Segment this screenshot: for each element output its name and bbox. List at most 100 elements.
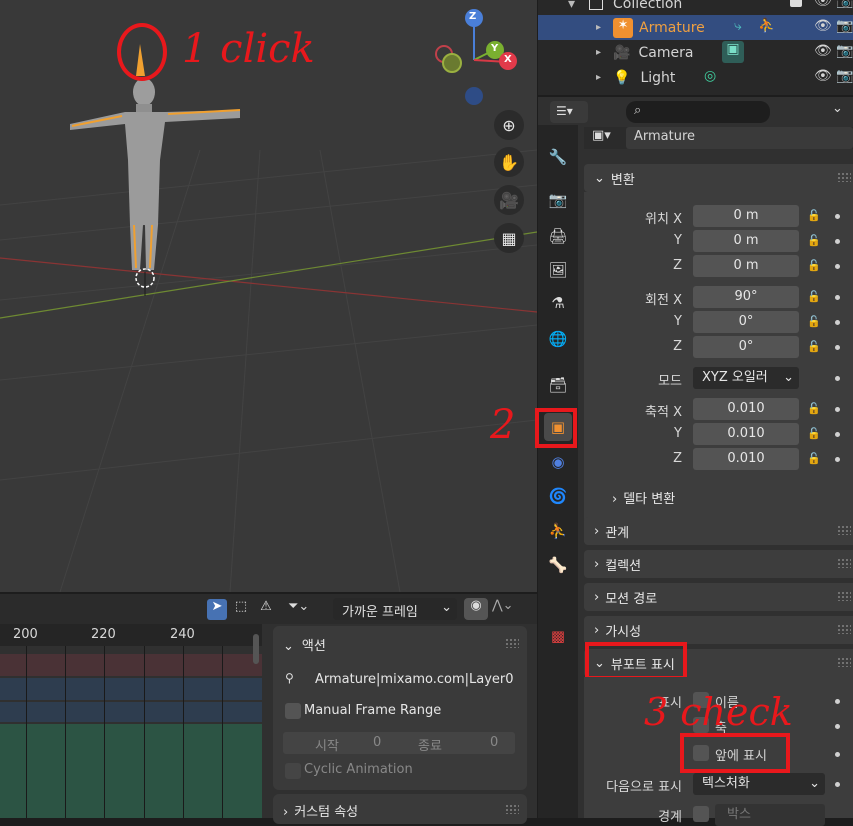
section-transform[interactable]: ⌄ 변환 — [584, 164, 853, 192]
frame-ruler[interactable]: 200 220 240 — [0, 624, 262, 646]
object-name-field[interactable]: Armature — [626, 127, 853, 149]
checkbox-icon[interactable] — [790, 0, 802, 7]
drag-handle-icon[interactable] — [837, 558, 851, 568]
lock-icon[interactable]: 🔓 — [807, 209, 823, 223]
camera-render-icon[interactable]: 📷 — [836, 43, 853, 59]
section-motion-paths[interactable]: › 모션 경로 — [584, 583, 853, 611]
keyframe-dot[interactable] — [835, 724, 840, 729]
keyframe-dot[interactable] — [835, 752, 840, 757]
drag-handle-icon[interactable] — [837, 624, 851, 634]
keyframe-dot[interactable] — [835, 432, 840, 437]
keyframe-dot[interactable] — [835, 782, 840, 787]
modifier-icon[interactable]: ◉ — [544, 448, 572, 476]
action-name[interactable]: Armature|mixamo.com|Layer0 — [315, 672, 514, 687]
texture-icon[interactable]: ▩ — [544, 622, 572, 650]
3d-viewport[interactable]: Z Y X ⊕ ✋ 🎥 ▦ 1 click — [0, 0, 537, 592]
filter-icon[interactable]: ⏷⌄ — [288, 599, 309, 614]
select-tool-icon[interactable]: ➤ — [207, 599, 227, 620]
properties-editor[interactable]: ☰▾ ⌕ ⌄ ▣▾ Armature 🔧 📷 🖨 🖼 ⚗ 🌐 🗃 ▣ ◉ 🌀 ⛹… — [490, 97, 853, 826]
outliner-item-camera[interactable]: ▸ 🎥 Camera ▣ 👁 📷 — [538, 40, 853, 65]
section-relations[interactable]: › 관계 — [584, 517, 853, 545]
cyclic-label[interactable]: Cyclic Animation — [304, 762, 413, 777]
scale-z-field[interactable]: 0.010 — [693, 448, 799, 470]
object-data-icon[interactable]: ⛹ — [544, 517, 572, 545]
location-y-field[interactable]: 0 m — [693, 230, 799, 252]
lock-icon[interactable]: 🔓 — [807, 402, 823, 416]
warning-icon[interactable]: ⚠ — [256, 599, 276, 620]
rotation-z-field[interactable]: 0° — [693, 336, 799, 358]
drag-handle-icon[interactable] — [837, 657, 851, 667]
view-layer-icon[interactable]: 🖼 — [544, 256, 572, 284]
outliner[interactable]: ▾ Collection 👁 📷 ▸ ✶ Armature ⤷ ⛹ 👁 📷 ▸ … — [538, 0, 853, 95]
scene-icon[interactable]: ⚗ — [544, 289, 572, 317]
camera-icon[interactable]: 🎥 — [494, 185, 524, 215]
scale-x-field[interactable]: 0.010 — [693, 398, 799, 420]
render-icon[interactable]: 📷 — [544, 186, 572, 214]
scale-y-field[interactable]: 0.010 — [693, 423, 799, 445]
lock-icon[interactable]: 🔓 — [807, 452, 823, 466]
tool-icon[interactable]: 🔧 — [544, 143, 572, 171]
action-panel-header[interactable]: ⌄ 액션 — [283, 635, 326, 654]
drag-handle-icon[interactable] — [505, 804, 519, 814]
character-model[interactable] — [70, 44, 241, 296]
camera-render-icon[interactable]: 📷 — [836, 0, 853, 9]
keyframe-dot[interactable] — [835, 457, 840, 462]
object-icon[interactable]: ▣▾ — [592, 128, 611, 143]
lock-icon[interactable]: 🔓 — [807, 259, 823, 273]
world-icon[interactable]: 🌐 — [544, 325, 572, 353]
output-icon[interactable]: 🖨 — [544, 222, 572, 250]
physics-icon[interactable]: 🌀 — [544, 482, 572, 510]
eye-icon[interactable]: 👁 — [814, 43, 832, 59]
falloff-icon[interactable]: ⋀⌄ — [492, 598, 514, 613]
eye-icon[interactable]: 👁 — [814, 0, 832, 9]
collection-icon[interactable]: 🗃 — [544, 371, 572, 399]
keyframe-dot[interactable] — [835, 376, 840, 381]
outliner-item-light[interactable]: ▸ 💡 Light ◎ 👁 📷 — [538, 65, 853, 90]
lock-icon[interactable]: 🔓 — [807, 427, 823, 441]
proportional-icon[interactable]: ◉ — [464, 598, 488, 620]
keyframe-dot[interactable] — [835, 239, 840, 244]
lock-icon[interactable]: 🔓 — [807, 234, 823, 248]
end-value[interactable]: 0 — [490, 735, 498, 750]
rotation-x-field[interactable]: 90° — [693, 286, 799, 308]
timeline-editor[interactable]: ➤ ⬚ ⚠ ⏷⌄ 가까운 프레임 ⌄ ◉ ⋀⌄ 200 220 240 ⌄ 액션 … — [0, 594, 537, 824]
options-dropdown[interactable]: ⌄ — [832, 101, 853, 123]
start-value[interactable]: 0 — [373, 735, 381, 750]
location-x-field[interactable]: 0 m — [693, 205, 799, 227]
outliner-item-armature[interactable]: ▸ ✶ Armature ⤷ ⛹ 👁 📷 — [538, 15, 853, 40]
section-collections[interactable]: › 컬렉션 — [584, 550, 853, 578]
bounds-dropdown[interactable]: 박스 — [715, 804, 825, 826]
lock-icon[interactable]: 🔓 — [807, 315, 823, 329]
custom-properties-panel[interactable]: › 커스텀 속성 — [273, 794, 527, 824]
camera-render-icon[interactable]: 📷 — [836, 18, 853, 34]
display-as-dropdown[interactable]: 텍스처화 ⌄ — [693, 773, 825, 795]
search-input[interactable]: ⌕ — [626, 101, 770, 123]
box-select-icon[interactable]: ⬚ — [231, 599, 251, 620]
eye-icon[interactable]: 👁 — [814, 68, 832, 84]
camera-render-icon[interactable]: 📷 — [836, 68, 853, 84]
delta-transform-subpanel[interactable]: › 델타 변환 — [612, 488, 675, 507]
bone-icon[interactable]: 🦴 — [544, 551, 572, 579]
eye-icon[interactable]: 👁 — [814, 18, 832, 34]
rotation-y-field[interactable]: 0° — [693, 311, 799, 333]
mode-dropdown[interactable]: XYZ 오일러 ⌄ — [693, 367, 799, 389]
manual-frame-range-label[interactable]: Manual Frame Range — [304, 703, 441, 718]
drag-handle-icon[interactable] — [837, 525, 851, 535]
editor-type-button[interactable]: ☰▾ — [550, 101, 588, 123]
drag-handle-icon[interactable] — [837, 172, 851, 182]
location-z-field[interactable]: 0 m — [693, 255, 799, 277]
zoom-icon[interactable]: ⊕ — [494, 110, 524, 140]
lock-icon[interactable]: 🔓 — [807, 340, 823, 354]
drag-handle-icon[interactable] — [505, 638, 519, 648]
keyframe-dot[interactable] — [835, 214, 840, 219]
snap-dropdown[interactable]: 가까운 프레임 ⌄ — [333, 598, 457, 620]
keyframe-dot[interactable] — [835, 295, 840, 300]
keyframe-dot[interactable] — [835, 407, 840, 412]
hand-icon[interactable]: ✋ — [494, 147, 524, 177]
lock-icon[interactable]: 🔓 — [807, 290, 823, 304]
manual-frame-range-checkbox[interactable] — [285, 703, 301, 719]
cyclic-checkbox[interactable] — [285, 763, 301, 779]
keyframe-dot[interactable] — [835, 345, 840, 350]
grid-icon[interactable]: ▦ — [494, 223, 524, 253]
bounds-checkbox[interactable] — [693, 806, 709, 822]
